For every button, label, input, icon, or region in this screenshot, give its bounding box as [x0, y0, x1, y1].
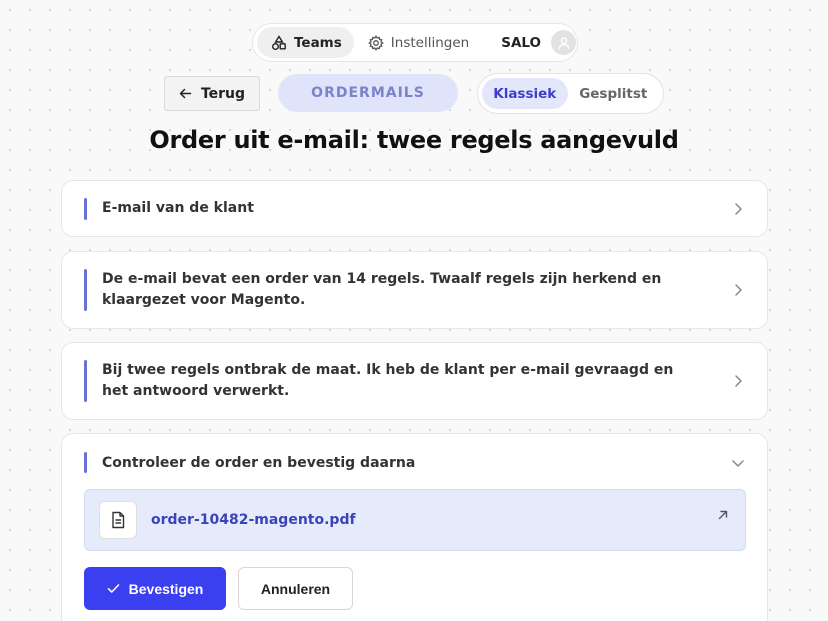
back-button[interactable]: Terug [164, 76, 260, 111]
chevron-right-icon[interactable] [733, 283, 743, 297]
step-card-order-lines[interactable]: De e-mail bevat een order van 14 regels.… [61, 251, 768, 329]
cancel-label: Annuleren [260, 580, 331, 597]
top-navigation: Teams Instellingen SALO [252, 23, 578, 62]
arrow-up-right-icon[interactable] [717, 509, 729, 521]
step-card-missing-size[interactable]: Bij twee regels ontbrak de maat. Ik heb … [61, 342, 768, 420]
chevron-right-icon[interactable] [733, 374, 743, 388]
check-icon [107, 584, 119, 593]
arrow-left-icon [179, 88, 192, 99]
nav-teams[interactable]: Teams [257, 27, 354, 58]
view-option-label: Gesplitst [579, 85, 648, 102]
cancel-button[interactable]: Annuleren [238, 567, 353, 610]
view-toggle: Klassiek Gesplitst [477, 73, 664, 114]
back-label: Terug [200, 85, 246, 102]
user-icon [557, 37, 570, 49]
page-title: Order uit e-mail: twee regels aangevuld [149, 126, 679, 154]
file-icon-container [99, 501, 137, 539]
step-header[interactable]: Controleer de order en bevestig daarna [62, 434, 767, 492]
view-option-klassiek[interactable]: Klassiek [482, 78, 568, 109]
user-menu[interactable]: SALO [497, 30, 576, 55]
step-accent-bar [84, 452, 87, 473]
step-text: Controleer de order en bevestig daarna [102, 454, 416, 471]
shapes-icon [272, 34, 286, 50]
gear-icon [367, 34, 384, 51]
view-option-label: Klassiek [493, 85, 557, 102]
user-name: SALO [501, 34, 541, 51]
step-accent-bar [84, 269, 87, 311]
nav-teams-label: Teams [294, 34, 342, 51]
step-text: E-mail van de klant [102, 200, 254, 216]
step-text: Bij twee regels ontbrak de maat. Ik heb … [102, 362, 674, 399]
document-icon [112, 511, 125, 529]
attachment-row[interactable]: order-10482-magento.pdf [84, 489, 746, 551]
view-option-gesplitst[interactable]: Gesplitst [568, 78, 659, 109]
attachment-file-name[interactable]: order-10482-magento.pdf [151, 512, 356, 528]
chevron-right-icon[interactable] [733, 202, 743, 216]
section-badge: ORDERMAILS [278, 74, 458, 112]
confirm-button[interactable]: Bevestigen [84, 567, 226, 610]
step-accent-bar [84, 360, 87, 402]
confirm-label: Bevestigen [128, 580, 204, 597]
step-card-confirm: Controleer de order en bevestig daarna o… [61, 433, 768, 621]
chevron-down-icon[interactable] [731, 458, 745, 468]
step-text: De e-mail bevat een order van 14 regels.… [102, 271, 662, 308]
step-accent-bar [84, 198, 87, 220]
step-card-email[interactable]: E-mail van de klant [61, 180, 768, 237]
section-label: ORDERMAILS [311, 85, 425, 101]
nav-settings[interactable]: Instellingen [354, 27, 481, 58]
nav-settings-label: Instellingen [390, 34, 470, 51]
avatar[interactable] [551, 30, 576, 55]
